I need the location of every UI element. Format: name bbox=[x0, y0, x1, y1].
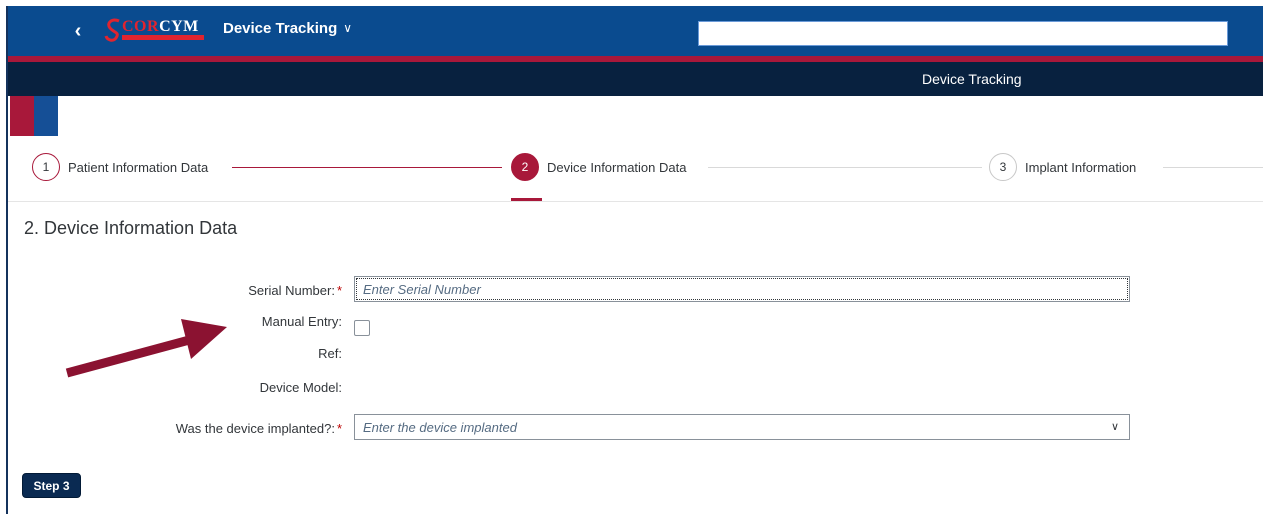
accent-block-blue bbox=[34, 96, 58, 136]
chevron-left-icon: ‹ bbox=[74, 20, 82, 42]
sub-header: Device Tracking bbox=[8, 62, 1263, 96]
app-title-menu[interactable]: Device Tracking ∨ bbox=[223, 20, 352, 37]
step-3-button[interactable]: Step 3 bbox=[22, 473, 81, 498]
wizard-connector-2 bbox=[708, 167, 982, 168]
corcym-logo: CORCYM bbox=[104, 16, 208, 44]
wizard-connector-3 bbox=[1163, 167, 1263, 168]
chevron-down-icon: ∨ bbox=[1110, 421, 1119, 433]
ref-label: Ref: bbox=[318, 346, 342, 361]
wizard-step-1[interactable]: 1 Patient Information Data bbox=[32, 153, 208, 181]
wizard-step-3[interactable]: 3 Implant Information bbox=[989, 153, 1136, 181]
serial-number-label: Serial Number: * bbox=[248, 283, 342, 298]
manual-entry-label: Manual Entry: bbox=[261, 314, 342, 329]
step-1-number: 1 bbox=[32, 153, 60, 181]
wizard-connector-1 bbox=[232, 167, 502, 168]
accent-block-red bbox=[10, 96, 34, 136]
shell-header: ‹ CORCYM Device Tracking ∨ bbox=[8, 6, 1263, 56]
manual-entry-checkbox[interactable] bbox=[354, 320, 370, 336]
wizard-step-2[interactable]: 2 Device Information Data bbox=[511, 153, 686, 181]
search-input[interactable] bbox=[698, 21, 1228, 46]
implanted-select[interactable]: Enter the device implanted ∨ bbox=[354, 414, 1130, 440]
step-3-label: Implant Information bbox=[1025, 159, 1137, 175]
serial-number-input[interactable]: Enter Serial Number bbox=[354, 276, 1130, 302]
annotation-arrow-icon bbox=[65, 319, 227, 378]
section-title: 2. Device Information Data bbox=[24, 218, 238, 238]
step-2-label: Device Information Data bbox=[547, 159, 687, 175]
back-button[interactable]: ‹ bbox=[68, 20, 88, 42]
device-model-label: Device Model: bbox=[259, 380, 342, 395]
app-frame: ‹ CORCYM Device Tracking ∨ Device Tracki… bbox=[6, 6, 1263, 514]
app-title: Device Tracking bbox=[223, 20, 338, 37]
wizard-progress: 1 Patient Information Data 2 Device Info… bbox=[8, 136, 1263, 202]
step-1-label: Patient Information Data bbox=[68, 159, 209, 175]
sub-header-title: Device Tracking bbox=[922, 71, 1022, 87]
implanted-label: Was the device implanted?: * bbox=[175, 421, 342, 436]
chevron-down-icon: ∨ bbox=[343, 20, 353, 35]
step-3-number: 3 bbox=[989, 153, 1017, 181]
step-2-number: 2 bbox=[511, 153, 539, 181]
active-step-indicator bbox=[511, 198, 542, 201]
